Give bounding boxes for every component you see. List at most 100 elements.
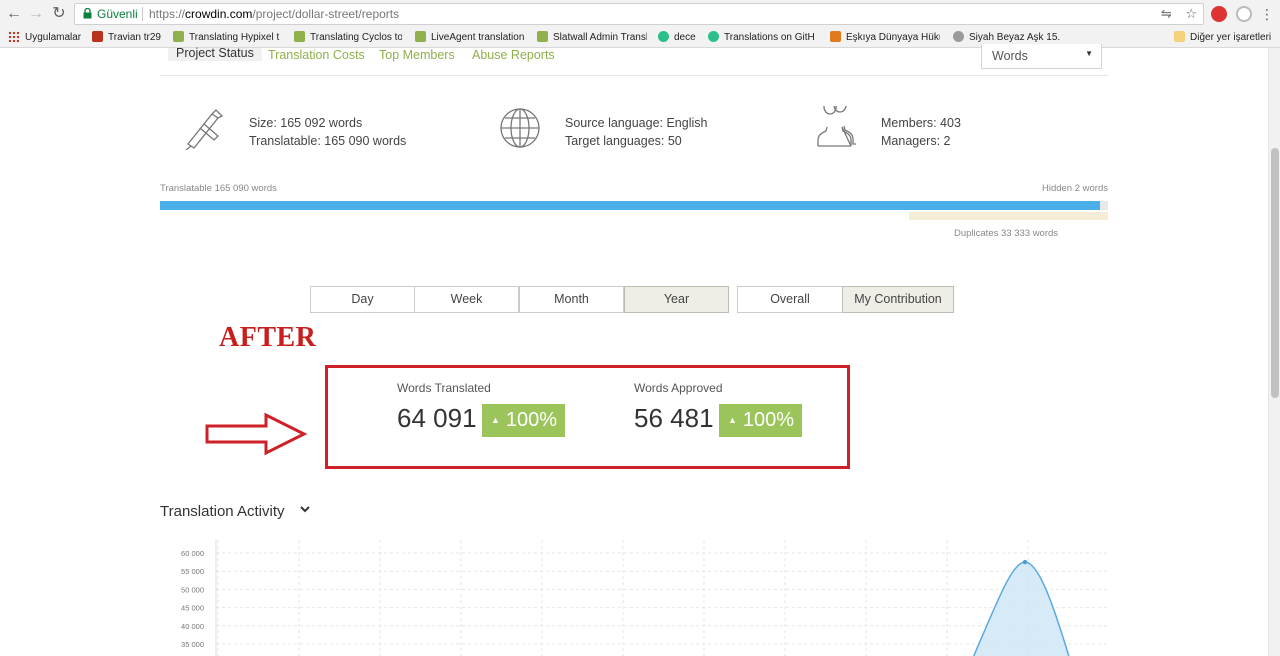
triangle-up-icon: ▲	[491, 415, 500, 425]
bookmark-label: Uygulamalar	[25, 32, 82, 43]
bookmark-apps[interactable]: Uygulamalar	[8, 31, 81, 45]
url-scheme: https://	[149, 7, 186, 21]
period-year-button[interactable]: Year	[624, 286, 729, 313]
favicon-icon	[537, 31, 548, 42]
y-tick-label: 40 000	[181, 622, 204, 631]
change-value: 100%	[742, 409, 795, 431]
address-divider	[142, 7, 143, 21]
favicon-icon	[294, 31, 305, 42]
opera-extension-icon[interactable]	[1211, 6, 1227, 22]
period-day-button[interactable]: Day	[310, 286, 415, 313]
favicon-icon	[658, 31, 669, 42]
back-icon[interactable]: ←	[4, 4, 24, 24]
translate-icon[interactable]: ⇋	[1161, 6, 1172, 21]
change-value: 100%	[505, 409, 558, 431]
forward-icon[interactable]: →	[26, 4, 46, 24]
words-approved-change-badge: ▲ 100%	[719, 404, 803, 437]
bookmark-label: Translating Hypixel t	[189, 32, 280, 43]
bookmark-label: Diğer yer işaretleri	[1190, 32, 1272, 43]
words-approved-value: 56 481	[634, 403, 714, 433]
favicon-icon	[173, 31, 184, 42]
period-week-button[interactable]: Week	[414, 286, 519, 313]
period-month-button[interactable]: Month	[519, 286, 624, 313]
project-tabs: Project Status Translation Costs Top Mem…	[160, 47, 1108, 76]
menu-icon[interactable]: ⋮	[1257, 4, 1277, 24]
lock-icon	[83, 8, 92, 19]
scrollbar-thumb[interactable]	[1271, 148, 1279, 398]
unit-select-value: Words	[992, 49, 1028, 63]
favicon-icon	[92, 31, 103, 42]
bookmark-label: Travian tr29	[108, 32, 161, 43]
progress-track	[160, 201, 1108, 210]
bookmark-other[interactable]: Diğer yer işaretleri	[1174, 31, 1271, 45]
source-language-text: Source language: English	[565, 116, 708, 130]
words-approved-label: Words Approved	[634, 381, 723, 395]
progress-fill	[160, 201, 1101, 210]
address-bar[interactable]: Güvenli https://crowdin.com/project/doll…	[74, 3, 1204, 25]
hidden-progress-label: Hidden 2 words	[1041, 183, 1108, 194]
globe-icon	[500, 108, 540, 148]
bookmark-item[interactable]: Siyah Beyaz Aşk 15. B	[953, 31, 1063, 45]
favicon-icon	[953, 31, 964, 42]
words-translated-change-badge: ▲ 100%	[482, 404, 566, 437]
duplicates-label: Duplicates 33 333 words	[954, 228, 1059, 239]
extension-icon[interactable]	[1236, 6, 1252, 22]
activity-area	[972, 561, 1070, 656]
tab-translation-costs[interactable]: Translation Costs	[268, 48, 365, 62]
favicon-icon	[415, 31, 426, 42]
chevron-down-icon[interactable]	[298, 502, 312, 516]
scope-my-contribution-button[interactable]: My Contribution	[842, 286, 954, 313]
bookmark-star-icon[interactable]: ☆	[1185, 6, 1197, 21]
favicon-icon	[830, 31, 841, 42]
tab-project-status[interactable]: Project Status	[168, 47, 262, 61]
size-stats: Size: 165 092 words Translatable: 165 09…	[249, 114, 406, 150]
translatable-progress-label: Translatable 165 090 words	[160, 183, 277, 194]
bookmark-item[interactable]: Translating Hypixel t	[173, 31, 283, 45]
bookmark-item[interactable]: LiveAgent translation	[415, 31, 525, 45]
caliper-icon	[185, 109, 224, 150]
bookmark-item[interactable]: Eşkıya Dünyaya Hükü	[830, 31, 940, 45]
after-annotation: AFTER	[219, 322, 317, 353]
bookmark-label: Slatwall Admin Transl	[553, 32, 647, 43]
bookmark-item[interactable]: Translations on GitH	[708, 31, 818, 45]
bookmark-label: Eşkıya Dünyaya Hükü	[846, 32, 940, 43]
language-stats: Source language: English Target language…	[565, 114, 707, 150]
peak-point[interactable]	[1022, 559, 1028, 565]
bookmark-item[interactable]: Slatwall Admin Transl	[537, 31, 647, 45]
y-tick-label: 55 000	[181, 567, 204, 576]
reload-icon[interactable]: ↻	[49, 4, 69, 24]
tab-top-members[interactable]: Top Members	[379, 48, 455, 62]
size-text: Size: 165 092 words	[249, 116, 363, 130]
unit-select[interactable]: Words ▼	[981, 44, 1102, 69]
words-translated-value: 64 091	[397, 403, 477, 433]
triangle-up-icon: ▲	[728, 415, 737, 425]
url-text: https://crowdin.com/project/dollar-stree…	[149, 4, 399, 24]
managers-text: Managers: 2	[881, 134, 951, 148]
members-icon	[817, 106, 856, 147]
apps-grid-icon	[8, 31, 19, 42]
bookmark-item[interactable]: Translating Cyclos to	[294, 31, 402, 45]
translation-activity-chart: 35 000 40 000 45 000 50 000 55 000 60 000	[181, 540, 1108, 656]
bookmark-label: Translating Cyclos to	[310, 32, 402, 43]
y-tick-label: 60 000	[181, 549, 204, 558]
bookmark-item[interactable]: dece	[658, 31, 703, 45]
bookmark-label: Translations on GitH	[724, 32, 815, 43]
browser-toolbar: ← → ↻ Güvenli https://crowdin.com/projec…	[0, 0, 1280, 28]
words-translated-label: Words Translated	[397, 381, 491, 395]
bookmark-label: LiveAgent translation	[431, 32, 525, 43]
page-scrollbar[interactable]	[1268, 48, 1280, 656]
translatable-text: Translatable: 165 090 words	[249, 134, 407, 148]
url-path: /project/dollar-street/reports	[252, 7, 400, 21]
scope-overall-button[interactable]: Overall	[737, 286, 843, 313]
y-tick-label: 50 000	[181, 585, 204, 594]
duplicates-bar	[909, 212, 1108, 220]
url-host: crowdin.com	[185, 7, 253, 21]
omnibox-actions: ⇋ ☆	[1161, 4, 1197, 24]
arrow-right-icon	[205, 412, 308, 456]
bookmark-label: dece	[674, 32, 696, 43]
caret-down-icon: ▼	[1085, 49, 1093, 58]
translation-activity-title[interactable]: Translation Activity	[160, 503, 285, 520]
tab-abuse-reports[interactable]: Abuse Reports	[472, 48, 555, 62]
bookmark-item[interactable]: Travian tr29	[92, 31, 162, 45]
target-languages-text: Target languages: 50	[565, 134, 682, 148]
